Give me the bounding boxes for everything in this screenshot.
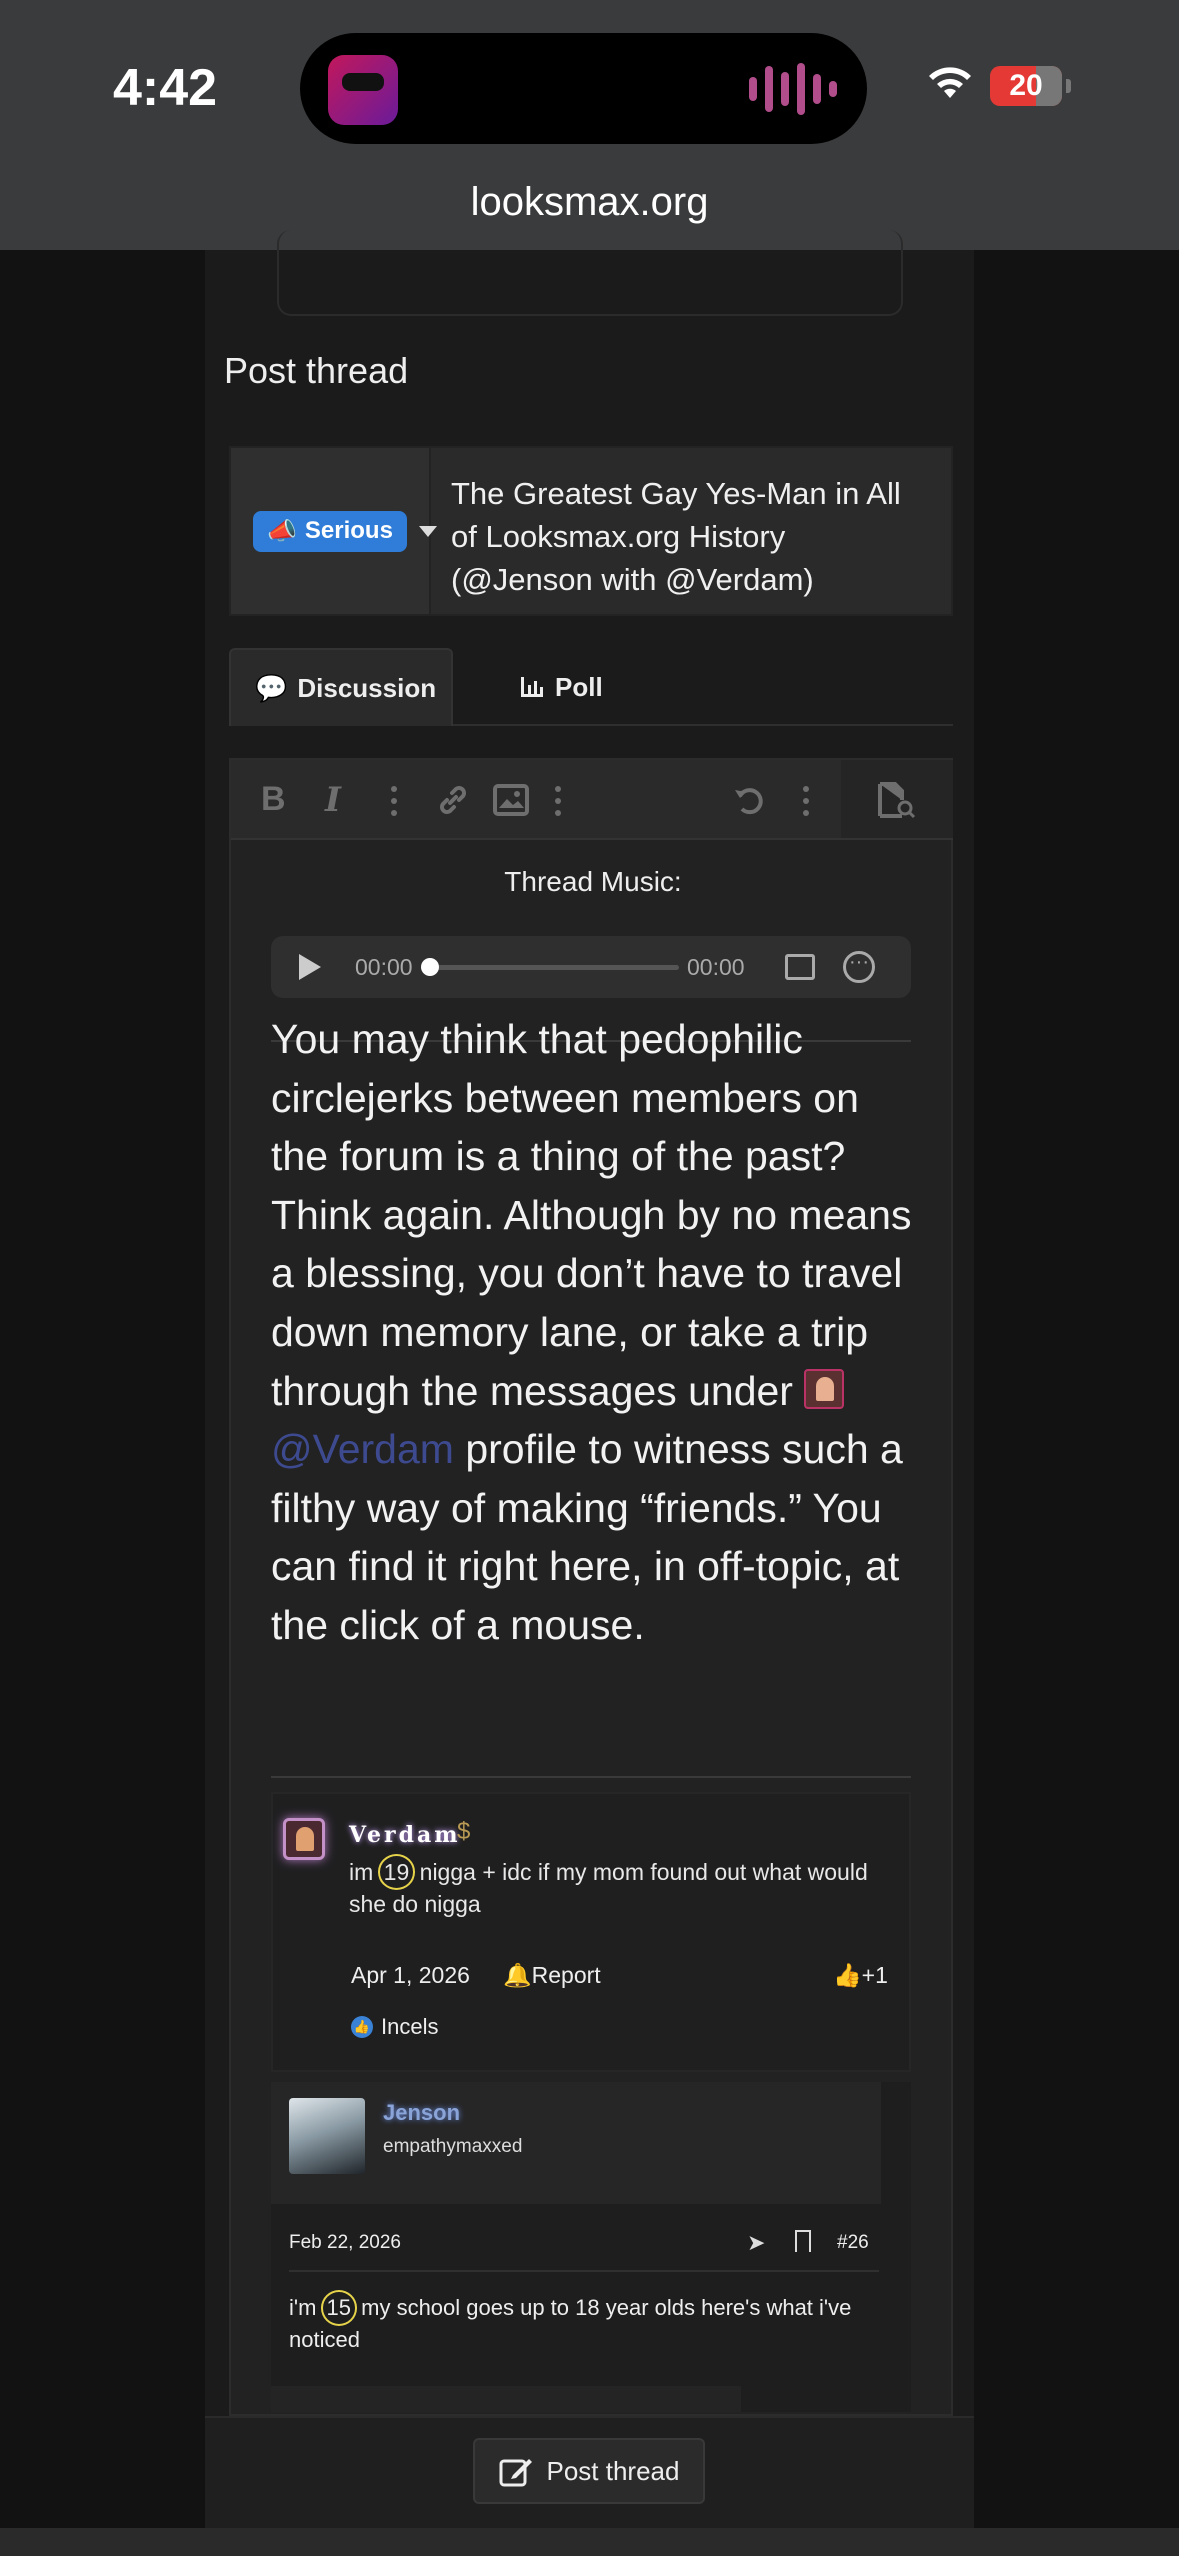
italic-icon[interactable]: I <box>325 780 341 820</box>
now-playing-artwork-icon <box>328 55 398 125</box>
page-margin-left <box>0 250 205 2556</box>
post-thread-label: Post thread <box>546 2455 680 2486</box>
highlight-circle: 15 <box>320 2290 358 2326</box>
divider <box>289 2270 879 2272</box>
status-bar: 4:42 20 looksmax.org <box>0 0 1179 250</box>
dynamic-island[interactable] <box>300 33 867 144</box>
thread-music-label: Thread Music: <box>504 866 682 897</box>
megaphone-icon: 📣 <box>267 517 297 545</box>
undo-icon[interactable] <box>731 782 767 818</box>
cropped-screenshot-edge <box>271 2386 741 2412</box>
like-reaction-icon: 👍 <box>351 2016 373 2038</box>
page-margin-right <box>974 250 1179 2556</box>
status-time: 4:42 <box>113 59 218 117</box>
previous-block-border <box>277 230 903 316</box>
wifi-icon <box>929 67 971 98</box>
reaction-list: 👍 Incels <box>351 2014 438 2040</box>
airplay-icon[interactable] <box>785 954 815 980</box>
seek-knob[interactable] <box>421 958 439 976</box>
main-content: Post thread 📣 Serious The Greatest Gay Y… <box>205 230 974 2416</box>
more-options-icon[interactable]: ··· <box>843 951 875 983</box>
more-text-options-icon[interactable] <box>391 786 397 816</box>
thread-header: 📣 Serious The Greatest Gay Yes-Man in Al… <box>229 446 953 616</box>
bookmark-icon <box>795 2230 811 2252</box>
message-editor[interactable]: B I Thread Music: 00:00 00:00 ··· You ma… <box>229 758 953 2416</box>
avatar <box>283 1818 325 1860</box>
thumbs-up-icon: 👍 <box>833 1962 862 1988</box>
user-title: empathymaxxed <box>383 2136 523 2157</box>
report-link: 🔔Report <box>503 1962 601 1988</box>
thread-title-input[interactable]: The Greatest Gay Yes-Man in All of Looks… <box>431 448 951 614</box>
embedded-screenshot-1: Verdam $ im 19 nigga + idc if my mom fou… <box>271 1792 911 2072</box>
tab-discussion-label: Discussion <box>297 672 437 703</box>
mention-avatar <box>804 1368 845 1409</box>
prefix-selector[interactable]: 📣 Serious <box>231 448 437 614</box>
prefix-label: Serious <box>304 517 393 544</box>
post-date: Feb 22, 2026 <box>289 2232 401 2253</box>
tab-poll[interactable]: Poll <box>519 648 603 726</box>
post-date: Apr 1, 2026 <box>351 1962 470 1988</box>
more-edit-options-icon[interactable] <box>803 786 809 816</box>
username: Verdam <box>349 1822 461 1848</box>
address-bar-url[interactable]: looksmax.org <box>0 180 1179 225</box>
quoted-message: i'm 15 my school goes up to 18 year olds… <box>289 2290 869 2356</box>
page-title: Post thread <box>224 350 409 391</box>
money-bag-icon: $ <box>457 1818 471 1845</box>
battery-indicator: 20 <box>990 66 1062 106</box>
play-icon[interactable] <box>299 954 321 980</box>
editor-tabs: 💬 Discussion Poll <box>229 648 953 726</box>
embedded-screenshot-2: Jenson empathymaxxed Feb 22, 2026 ➤ #26 … <box>271 2082 911 2412</box>
home-indicator-area <box>0 2528 1179 2556</box>
seek-bar[interactable] <box>429 965 679 970</box>
bar-chart-icon <box>521 677 543 697</box>
post-number: #26 <box>837 2232 869 2253</box>
username: Jenson <box>383 2100 461 2125</box>
highlight-circle: 19 <box>377 1854 416 1890</box>
tab-poll-label: Poll <box>555 671 603 702</box>
bell-icon: 🔔 <box>503 1962 532 1988</box>
body-text-part-1: You may think that pedophilic circlejerk… <box>271 1016 912 1414</box>
bold-icon[interactable]: B <box>261 780 286 819</box>
document-search-icon <box>878 782 916 819</box>
prefix-badge[interactable]: 📣 Serious <box>253 510 407 552</box>
battery-nub-icon <box>1066 79 1071 93</box>
duration-time: 00:00 <box>687 954 745 980</box>
share-icon: ➤ <box>747 2230 766 2255</box>
image-icon[interactable] <box>493 784 529 816</box>
current-time: 00:00 <box>355 954 413 980</box>
user-mention[interactable]: @Verdam <box>271 1426 454 1472</box>
like-count: 👍+1 <box>833 1962 888 1988</box>
message-body[interactable]: You may think that pedophilic circlejerk… <box>271 1010 921 1655</box>
divider <box>271 1776 911 1778</box>
avatar <box>289 2098 365 2174</box>
editor-toolbar: B I <box>231 760 841 840</box>
edit-icon <box>499 2459 532 2487</box>
user-card: Jenson empathymaxxed <box>271 2082 881 2204</box>
audio-player: 00:00 00:00 ··· <box>271 936 911 998</box>
audio-waveform-icon <box>749 63 837 115</box>
post-thread-button[interactable]: Post thread <box>473 2438 705 2504</box>
quoted-message: im 19 nigga + idc if my mom found out wh… <box>349 1854 889 1920</box>
comments-icon: 💬 <box>255 672 288 703</box>
link-icon[interactable] <box>435 782 471 818</box>
tab-discussion[interactable]: 💬 Discussion <box>229 648 453 726</box>
preview-toggle[interactable] <box>841 760 953 840</box>
more-insert-options-icon[interactable] <box>555 786 561 816</box>
